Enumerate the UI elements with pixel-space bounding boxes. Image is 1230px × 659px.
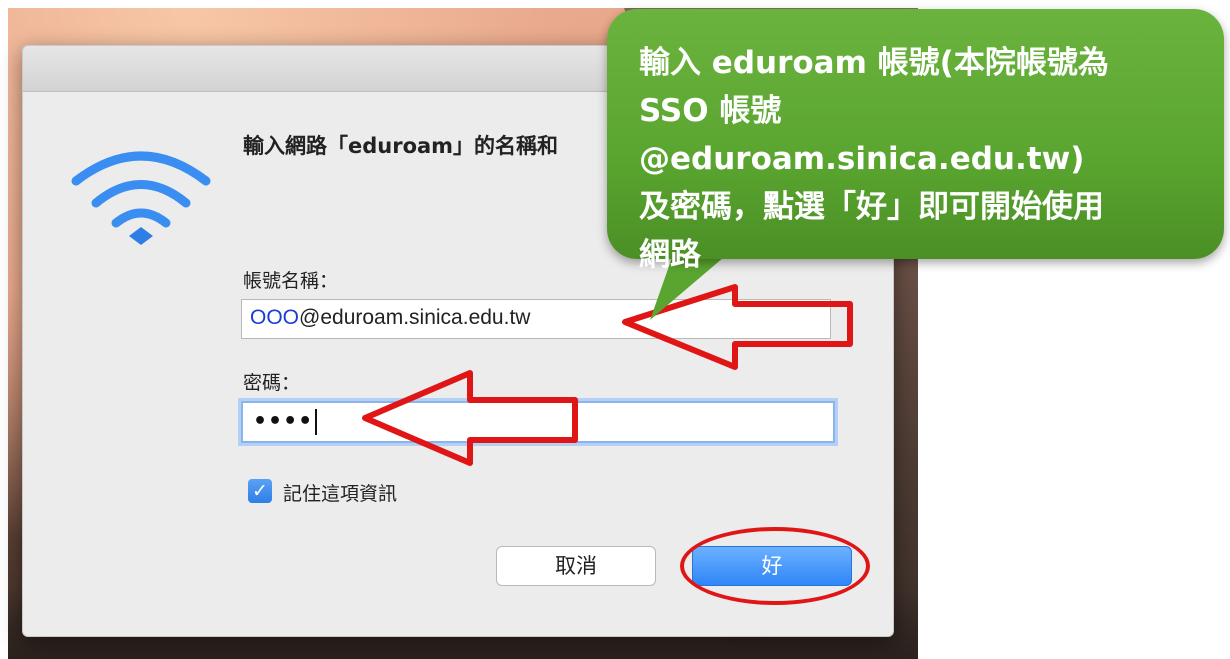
password-value: •••• bbox=[253, 409, 318, 435]
callout-line: 網路 bbox=[639, 237, 701, 273]
dialog-prompt: 輸入網路「eduroam」的名稱和 bbox=[243, 134, 559, 158]
callout-line: SSO 帳號@eduroam.sinica.edu.tw) bbox=[639, 93, 1085, 177]
username-suffix: @eduroam.sinica.edu.tw bbox=[299, 306, 531, 329]
username-value: OOO@eduroam.sinica.edu.tw bbox=[250, 306, 530, 330]
text-caret bbox=[315, 409, 318, 435]
remember-checkbox[interactable]: ✓ bbox=[248, 479, 272, 503]
callout-line: 及密碼，點選「好」即可開始使用 bbox=[639, 189, 1104, 225]
annotation-ok-circle bbox=[680, 527, 870, 605]
password-mask: •••• bbox=[253, 409, 314, 434]
annotation-arrow-password bbox=[362, 370, 578, 466]
username-label: 帳號名稱： bbox=[243, 270, 339, 292]
checkmark-icon: ✓ bbox=[252, 480, 268, 502]
callout-text: 輸入 eduroam 帳號(本院帳號為 SSO 帳號@eduroam.sinic… bbox=[639, 39, 1209, 279]
callout-line: 輸入 eduroam 帳號(本院帳號為 bbox=[639, 45, 1109, 81]
cancel-button[interactable]: 取消 bbox=[496, 546, 656, 586]
instruction-callout: 輸入 eduroam 帳號(本院帳號為 SSO 帳號@eduroam.sinic… bbox=[607, 9, 1224, 273]
remember-label: 記住這項資訊 bbox=[283, 483, 398, 505]
wifi-icon bbox=[71, 151, 211, 245]
username-prefix: OOO bbox=[250, 306, 300, 329]
password-label: 密碼： bbox=[243, 372, 301, 394]
